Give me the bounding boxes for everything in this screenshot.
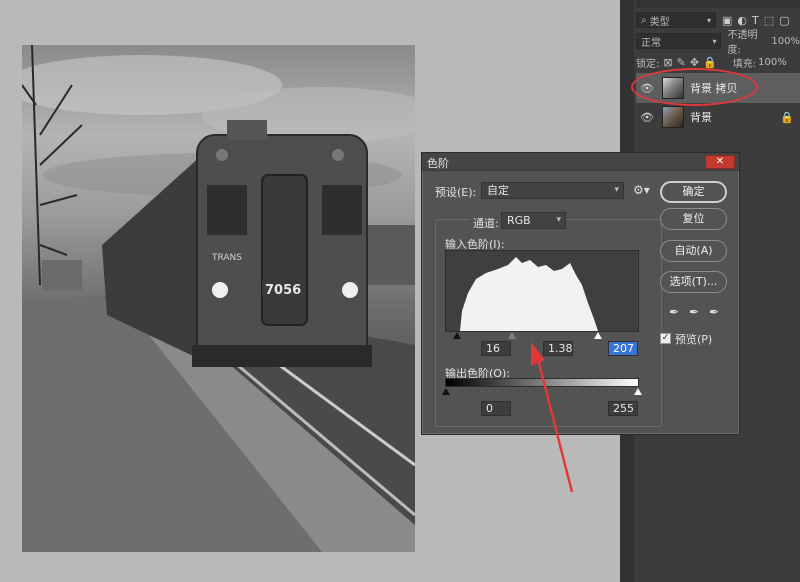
- document-canvas[interactable]: 7056 TRANS: [22, 45, 415, 552]
- gray-eyedropper-icon[interactable]: ✒: [689, 305, 699, 319]
- eye-icon[interactable]: 👁: [640, 111, 654, 124]
- blend-mode-value: 正常: [641, 37, 661, 49]
- lock-label: 锁定:: [636, 58, 660, 70]
- train-number-text: 7056: [265, 283, 301, 298]
- opacity-label: 不透明度:: [727, 30, 758, 56]
- fill-value[interactable]: 100%: [758, 57, 787, 68]
- input-gamma-field[interactable]: 1.38: [543, 341, 573, 356]
- lock-all-icon[interactable]: 🔒: [703, 56, 717, 69]
- chevron-down-icon: ▾: [706, 15, 711, 25]
- chevron-down-icon: ▾: [614, 185, 619, 195]
- train-brand-text: TRANS: [211, 253, 242, 263]
- dialog-title: 色阶: [427, 157, 449, 170]
- shape-filter-icon[interactable]: ⬚: [764, 14, 774, 27]
- white-eyedropper-icon[interactable]: ✒: [709, 305, 719, 319]
- blend-opacity-row: 正常 ▾ 不透明度: 100%: [636, 30, 800, 56]
- input-white-slider-handle[interactable]: [594, 332, 602, 339]
- channel-dropdown[interactable]: RGB ▾: [501, 212, 566, 229]
- image-filter-icon[interactable]: ▣: [722, 14, 732, 27]
- histogram: [445, 250, 639, 332]
- ok-button[interactable]: 确定: [660, 181, 727, 203]
- lock-icon: 🔒: [780, 110, 794, 124]
- layer-filter-label: 类型: [649, 16, 670, 28]
- gear-icon[interactable]: ⚙▾: [633, 183, 650, 197]
- output-levels-slider[interactable]: [442, 388, 642, 395]
- options-button[interactable]: 选项(T)...: [660, 271, 727, 293]
- lock-position-icon[interactable]: ✥: [690, 56, 699, 69]
- output-gradient-bar: [445, 378, 639, 387]
- channel-value: RGB: [507, 214, 531, 227]
- histogram-graph: [460, 257, 598, 331]
- smart-object-filter-icon[interactable]: ▢: [779, 14, 789, 27]
- output-white-field[interactable]: 255: [608, 401, 638, 416]
- input-black-field[interactable]: 16: [481, 341, 511, 356]
- chevron-down-icon: ▾: [556, 215, 561, 225]
- search-icon: ⌕: [641, 14, 647, 26]
- layer-filter-dropdown[interactable]: ⌕ 类型 ▾: [636, 12, 716, 28]
- output-black-field[interactable]: 0: [481, 401, 511, 416]
- chevron-down-icon: ▾: [712, 36, 717, 46]
- black-eyedropper-icon[interactable]: ✒: [669, 305, 679, 319]
- preview-checkbox[interactable]: ✓: [660, 333, 671, 344]
- lock-image-icon[interactable]: ✎: [677, 56, 686, 69]
- input-gamma-slider-handle[interactable]: [508, 332, 516, 339]
- layer-row-background[interactable]: 👁 背景 🔒: [636, 102, 800, 132]
- layer-thumbnail: [662, 106, 684, 128]
- dialog-title-bar[interactable]: 色阶 ✕: [422, 153, 739, 171]
- input-levels-slider[interactable]: [445, 332, 639, 339]
- preset-value: 自定: [487, 184, 509, 197]
- output-black-slider-handle[interactable]: [442, 388, 450, 395]
- annotation-ellipse: [631, 68, 758, 106]
- fill-label: 填充:: [732, 58, 757, 70]
- reset-button[interactable]: 复位: [660, 208, 727, 230]
- train-photo: 7056 TRANS: [22, 45, 415, 552]
- close-button[interactable]: ✕: [705, 155, 735, 169]
- layer-name: 背景: [690, 111, 712, 124]
- panel-tab-bar: [636, 0, 800, 8]
- input-white-field[interactable]: 207: [608, 341, 638, 356]
- output-white-slider-handle[interactable]: [634, 388, 642, 395]
- channel-label: 通道:: [470, 215, 502, 231]
- preset-dropdown[interactable]: 自定 ▾: [481, 182, 624, 199]
- blend-mode-dropdown[interactable]: 正常 ▾: [636, 33, 722, 49]
- input-black-slider-handle[interactable]: [453, 332, 461, 339]
- preview-label: 预览(P): [675, 333, 713, 346]
- type-filter-icon[interactable]: T: [752, 14, 759, 27]
- opacity-value[interactable]: 100%: [771, 36, 800, 47]
- preset-label: 预设(E):: [435, 186, 477, 199]
- levels-dialog: 色阶 ✕ 预设(E): 自定 ▾ ⚙▾ 通道: RGB ▾ 输入色阶(I): 1…: [421, 152, 740, 435]
- auto-button[interactable]: 自动(A): [660, 240, 727, 262]
- adjustment-filter-icon[interactable]: ◐: [737, 14, 747, 27]
- lock-transparency-icon[interactable]: ⊠: [663, 56, 672, 69]
